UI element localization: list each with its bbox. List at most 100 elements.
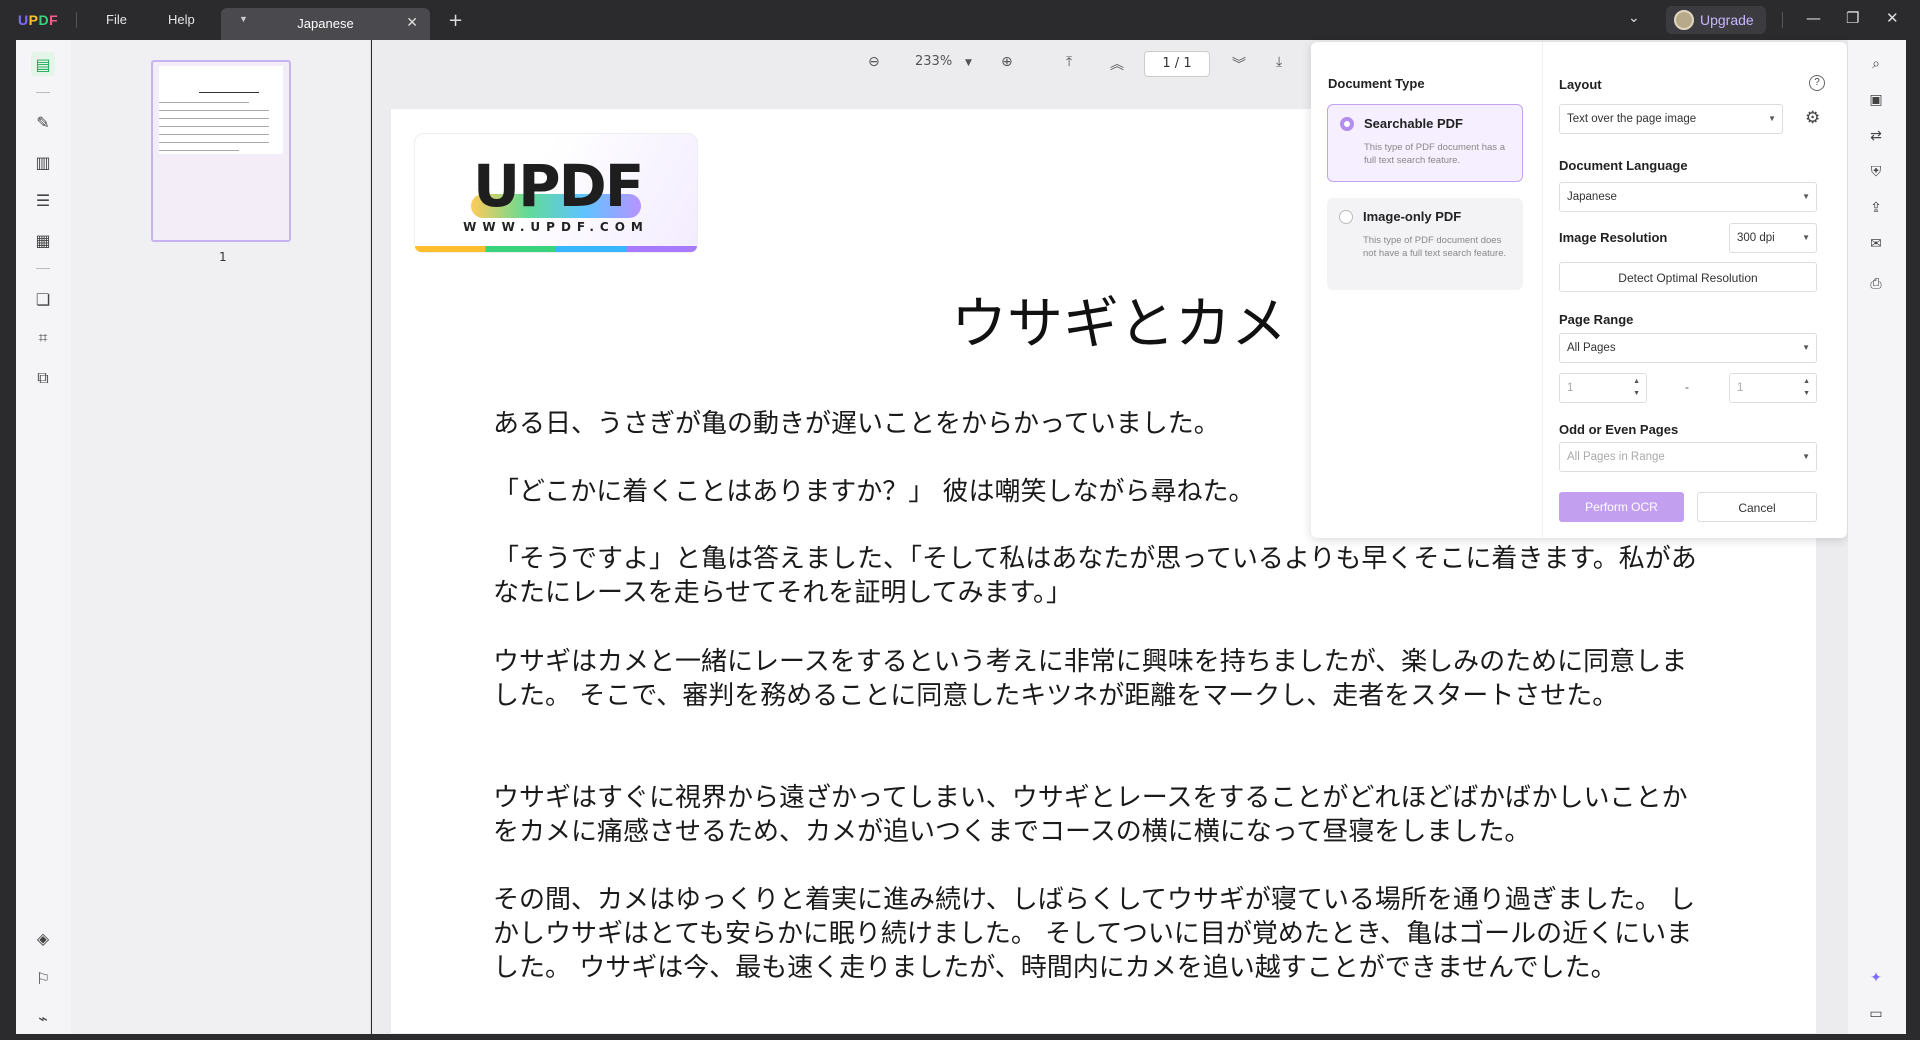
form-icon[interactable]: ☰ [31,188,55,212]
menu-help[interactable]: Help [168,12,195,27]
layout-select[interactable]: Text over the page image ▼ [1559,104,1783,134]
minimize-icon[interactable]: — [1806,9,1821,27]
paragraph: その間、カメはゆっくりと着実に進み続け、しばらくしてウサギが寝ている場所を通り過… [493,885,1696,983]
next-page-icon[interactable]: ︾ [1232,54,1246,74]
chevron-down-icon[interactable]: ⌄ [1628,10,1640,26]
layers-icon[interactable]: ◈ [31,926,55,950]
edit-pdf-icon[interactable]: ▥ [31,150,55,174]
first-page-icon[interactable]: ⤒ [1066,54,1072,70]
language-select[interactable]: Japanese ▼ [1559,182,1817,212]
range-from-value: 1 [1567,382,1574,394]
thumbnail-line [159,126,269,127]
chevron-down-icon: ▼ [1802,343,1810,352]
close-window-icon[interactable]: ✕ [1886,9,1899,27]
page-range-value: All Pages [1567,342,1616,354]
image-only-pdf-option[interactable]: Image-only PDF This type of PDF document… [1327,198,1523,290]
option-description: This type of PDF document does not have … [1363,235,1507,259]
ai-assistant-icon[interactable]: ✦ [1866,968,1886,988]
page-range-select[interactable]: All Pages ▼ [1559,333,1817,363]
odd-even-select[interactable]: All Pages in Range ▼ [1559,442,1817,472]
ocr-icon[interactable]: ⧉ [31,366,55,390]
logo-stripe [415,246,697,252]
pages-icon[interactable]: ❏ [31,287,55,311]
range-from-stepper[interactable]: 1 ▲ ▼ [1559,373,1647,403]
detect-resolution-button[interactable]: Detect Optimal Resolution [1559,262,1817,292]
help-icon[interactable]: ? [1809,75,1825,91]
thumbnail-line [159,102,249,103]
zoom-out-icon[interactable]: ⊖ [868,54,880,70]
save-icon[interactable]: ⎙ [1866,274,1886,294]
page-range-heading: Page Range [1559,312,1634,327]
protect-icon[interactable]: ⛨ [1866,162,1886,182]
stepper-down-icon[interactable]: ▼ [1803,390,1810,397]
divider [36,268,50,269]
chat-icon[interactable]: ▭ [1866,1004,1886,1024]
add-tab-icon[interactable]: + [448,10,463,31]
last-page-icon[interactable]: ⤓ [1276,54,1282,70]
thumbnail-line [159,142,269,143]
paragraph: ウサギはカメと一緒にレースをするという考えに非常に興味を持ちましたが、楽しみのた… [493,647,1688,711]
organize-icon[interactable]: ▦ [31,228,55,252]
range-dash: - [1685,380,1689,394]
search-icon[interactable]: ⌕ [1866,54,1886,74]
logo-text: UPDF [473,152,644,220]
thumbnail-line [159,150,239,151]
convert-icon[interactable]: ⇄ [1866,126,1886,146]
ocr-settings-panel: Document Type Searchable PDF This type o… [1311,42,1847,538]
share-icon[interactable]: ⇪ [1866,198,1886,218]
avatar [1674,10,1694,30]
perform-ocr-button[interactable]: Perform OCR [1559,492,1684,522]
thumbnail-line [159,110,269,111]
odd-even-value: All Pages in Range [1567,451,1665,463]
restore-icon[interactable]: ❐ [1846,9,1859,27]
language-value: Japanese [1567,191,1617,203]
stepper-up-icon[interactable]: ▲ [1803,378,1810,385]
document-type-heading: Document Type [1328,76,1425,91]
thumbnail-line [199,92,259,93]
updf-logo-image: UPDF WWW.UPDF.COM [414,133,698,253]
app-logo: UPDF [18,12,59,28]
right-tool-rail: ⌕ ▣ ⇄ ⛨ ⇪ ✉ ⎙ ✦ ▭ [1848,40,1906,1034]
divider [76,12,77,28]
document-tab[interactable]: ▼ Japanese ✕ [221,8,430,40]
language-heading: Document Language [1559,158,1688,173]
resolution-select[interactable]: 300 dpi ▼ [1729,223,1817,253]
thumbnail-panel: 1 [71,40,371,1034]
upgrade-button[interactable]: Upgrade [1666,6,1766,34]
radio-unselected[interactable] [1339,210,1353,224]
close-tab-icon[interactable]: ✕ [406,14,418,31]
logo-url: WWW.UPDF.COM [463,220,649,234]
resolution-heading: Image Resolution [1559,230,1668,245]
searchable-pdf-option[interactable]: Searchable PDF This type of PDF document… [1327,104,1523,182]
range-to-value: 1 [1737,382,1744,394]
thumbnail-line [159,118,269,119]
range-to-stepper[interactable]: 1 ▲ ▼ [1729,373,1817,403]
stepper-up-icon[interactable]: ▲ [1633,378,1640,385]
page-thumbnail[interactable] [151,60,291,242]
menu-file[interactable]: File [106,12,127,27]
stepper-down-icon[interactable]: ▼ [1633,390,1640,397]
layout-heading-label: Layout [1559,77,1602,92]
chevron-down-icon: ▼ [1768,114,1776,123]
option-title: Image-only PDF [1363,209,1462,224]
attachment-icon[interactable]: ⌁ [31,1006,55,1030]
crop-icon[interactable]: ⌗ [31,326,55,350]
tab-title: Japanese [297,16,354,31]
comment-icon[interactable]: ✎ [31,110,55,134]
previous-page-icon[interactable]: ︽ [1110,54,1124,74]
zoom-dropdown-icon[interactable]: ▼ [965,58,972,68]
page-number-input[interactable]: 1 / 1 [1144,51,1210,77]
gear-icon[interactable]: ⚙ [1805,108,1820,128]
title-bar: UPDF File Help ▼ Japanese ✕ + ⌄ Upgrade … [0,0,1920,40]
radio-selected[interactable] [1340,117,1354,131]
ocr-icon[interactable]: ▣ [1866,90,1886,110]
cancel-button[interactable]: Cancel [1697,492,1817,522]
reader-icon[interactable]: ▤ [31,52,55,76]
thumbnail-line [159,134,269,135]
layout-value: Text over the page image [1567,113,1697,125]
bookmark-icon[interactable]: ⚐ [31,966,55,990]
email-icon[interactable]: ✉ [1866,234,1886,254]
zoom-level[interactable]: 233% [915,54,952,69]
zoom-in-icon[interactable]: ⊕ [1001,54,1013,70]
option-title: Searchable PDF [1364,116,1463,131]
